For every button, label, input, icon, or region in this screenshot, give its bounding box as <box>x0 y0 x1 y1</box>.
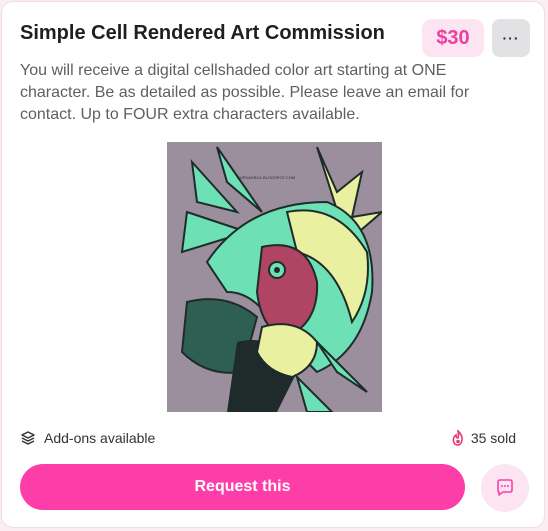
addons-label: Add-ons available <box>44 430 156 446</box>
addons-info: Add-ons available <box>20 430 155 446</box>
sold-count: 35 sold <box>451 430 516 446</box>
price-badge: $30 <box>422 19 484 57</box>
artwork-illustration: CUPKADRO1.BLOGSPOT.COM <box>167 142 382 412</box>
artwork-watermark: CUPKADRO1.BLOGSPOT.COM <box>237 175 295 180</box>
ellipsis-icon: ··· <box>502 30 520 46</box>
chat-bubble-icon <box>497 479 513 496</box>
more-options-button[interactable]: ··· <box>492 19 530 57</box>
flame-icon <box>452 430 463 446</box>
layers-icon <box>21 431 35 445</box>
sold-label: 35 sold <box>470 430 516 446</box>
chat-button[interactable] <box>481 464 529 512</box>
listing-title: Simple Cell Rendered Art Commission <box>20 22 385 44</box>
commission-card: Simple Cell Rendered Art Commission $30 … <box>1 1 545 528</box>
request-button[interactable]: Request this <box>20 464 465 510</box>
listing-description: You will receive a digital cellshaded co… <box>20 62 470 123</box>
artwork-image[interactable]: CUPKADRO1.BLOGSPOT.COM <box>167 142 382 412</box>
